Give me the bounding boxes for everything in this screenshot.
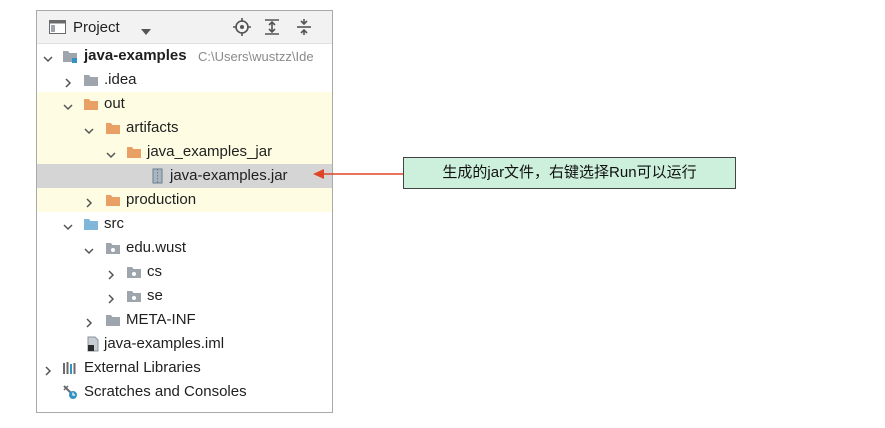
tree-item-java-examples-jar-folder[interactable]: java_examples_jar bbox=[37, 140, 332, 164]
project-view-title[interactable]: Project bbox=[73, 19, 120, 36]
chevron-right-icon[interactable] bbox=[106, 267, 116, 280]
chevron-down-icon[interactable] bbox=[63, 99, 73, 111]
project-tree: java-examples C:\Users\wustzz\Ide .idea … bbox=[37, 44, 332, 404]
jar-file-icon bbox=[149, 168, 165, 184]
tree-item-label: src bbox=[104, 215, 124, 232]
tree-item-label: artifacts bbox=[126, 119, 179, 136]
tree-item-scratches[interactable]: Scratches and Consoles bbox=[37, 380, 332, 404]
tree-item-label: java-examples bbox=[84, 47, 187, 64]
tree-item-label: java-examples.iml bbox=[104, 335, 225, 352]
chevron-right-icon[interactable] bbox=[63, 75, 73, 88]
chevron-down-icon[interactable] bbox=[43, 51, 53, 63]
tree-item-cs[interactable]: cs bbox=[37, 260, 332, 284]
tree-item-label: java-examples.jar bbox=[170, 167, 288, 184]
package-icon bbox=[105, 240, 121, 256]
folder-icon bbox=[105, 312, 121, 328]
excluded-folder-icon bbox=[83, 96, 99, 112]
chevron-right-icon[interactable] bbox=[84, 315, 94, 328]
chevron-down-icon[interactable] bbox=[63, 219, 73, 231]
tree-item-label: se bbox=[147, 287, 163, 304]
tree-item-label: edu.wust bbox=[126, 239, 187, 256]
iml-file-icon bbox=[85, 336, 101, 352]
chevron-right-icon[interactable] bbox=[106, 291, 116, 304]
tree-item-label: META-INF bbox=[126, 311, 196, 328]
chevron-right-icon[interactable] bbox=[43, 363, 53, 376]
expand-all-icon[interactable] bbox=[263, 18, 281, 36]
annotation-callout: 生成的jar文件，右键选择Run可以运行 bbox=[403, 157, 736, 189]
project-tool-window: Project java-examples C:\Users\wustzz\Id… bbox=[36, 10, 333, 413]
tree-item-production[interactable]: production bbox=[37, 188, 332, 212]
collapse-all-icon[interactable] bbox=[295, 18, 313, 36]
excluded-folder-icon bbox=[126, 144, 142, 160]
tree-item-se[interactable]: se bbox=[37, 284, 332, 308]
chevron-down-icon[interactable] bbox=[106, 147, 116, 159]
tree-item-label: java_examples_jar bbox=[147, 143, 273, 160]
tree-item-label: External Libraries bbox=[84, 359, 201, 376]
libraries-icon bbox=[62, 360, 78, 376]
tree-item-label: Scratches and Consoles bbox=[84, 383, 247, 400]
tree-item-label: .idea bbox=[104, 71, 137, 88]
tree-item-jar-file[interactable]: java-examples.jar bbox=[37, 164, 332, 188]
excluded-folder-icon bbox=[105, 192, 121, 208]
tree-item-idea[interactable]: .idea bbox=[37, 68, 332, 92]
tree-item-edu-wust[interactable]: edu.wust bbox=[37, 236, 332, 260]
tree-item-label: cs bbox=[147, 263, 162, 280]
tree-item-iml[interactable]: java-examples.iml bbox=[37, 332, 332, 356]
locate-icon[interactable] bbox=[233, 18, 251, 36]
excluded-folder-icon bbox=[105, 120, 121, 136]
tree-item-artifacts[interactable]: artifacts bbox=[37, 116, 332, 140]
chevron-down-icon[interactable] bbox=[84, 243, 94, 255]
chevron-down-icon[interactable] bbox=[84, 123, 94, 135]
source-folder-icon bbox=[83, 216, 99, 232]
folder-icon bbox=[83, 72, 99, 88]
package-icon bbox=[126, 288, 142, 304]
module-path: C:\Users\wustzz\Ide bbox=[198, 49, 314, 64]
tree-item-src[interactable]: src bbox=[37, 212, 332, 236]
project-view-icon bbox=[49, 20, 66, 34]
scratches-icon bbox=[62, 384, 78, 400]
chevron-right-icon[interactable] bbox=[84, 195, 94, 208]
tree-item-external-libraries[interactable]: External Libraries bbox=[37, 356, 332, 380]
project-toolbar: Project bbox=[37, 11, 332, 44]
tree-item-label: production bbox=[126, 191, 197, 208]
package-icon bbox=[126, 264, 142, 280]
view-mode-dropdown-icon[interactable] bbox=[141, 23, 151, 35]
module-folder-icon bbox=[62, 48, 78, 64]
tree-item-out[interactable]: out bbox=[37, 92, 332, 116]
tree-item-meta-inf[interactable]: META-INF bbox=[37, 308, 332, 332]
tree-item-java-examples[interactable]: java-examples C:\Users\wustzz\Ide bbox=[37, 44, 332, 68]
tree-item-label: out bbox=[104, 95, 125, 112]
